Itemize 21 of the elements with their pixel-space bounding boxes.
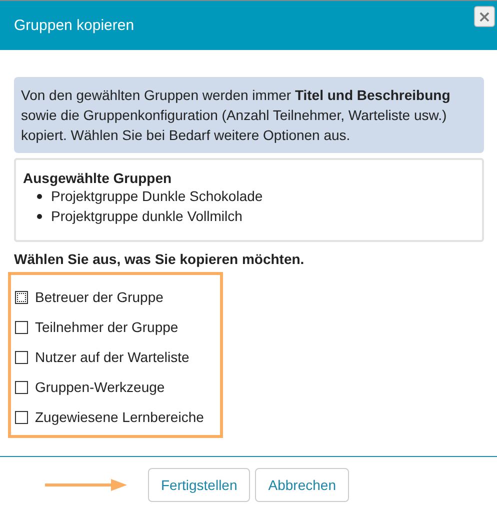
arrow-icon [45,479,127,491]
checkbox[interactable] [15,380,28,394]
cancel-button[interactable]: Abbrechen [255,468,349,502]
options-heading: Wählen Sie aus, was Sie kopieren möchten. [14,251,306,267]
option-label: Betreuer der Gruppe [35,289,164,305]
option-label: Nutzer auf der Warteliste [35,349,190,365]
group-name: Projektgruppe Dunkle Schokolade [51,187,263,206]
option-label: Teilnehmer der Gruppe [35,319,178,335]
option-label: Gruppen-Werkzeuge [35,379,165,395]
selected-groups-heading: Ausgewählte Gruppen [23,170,173,186]
dialog-title: Gruppen kopieren [14,17,134,34]
checkbox[interactable] [15,320,28,334]
close-button[interactable]: × [474,6,495,27]
group-name: Projektgruppe dunkle Vollmilch [51,207,242,226]
option-label: Zugewiesene Lernbereiche [35,409,204,425]
info-message: Von den gewählten Gruppen werden immer Titel und Beschreibung sowie die Gruppenkonfiguration (Anzahl Teilnehmer, Warteliste usw.) kopiert. Wählen Sie bei Bedarf weitere Optionen aus. [14,77,484,153]
checkbox[interactable] [15,410,28,424]
bullet-icon [37,214,42,218]
bullet-icon [37,194,42,198]
checkbox[interactable] [15,350,28,364]
finish-button[interactable]: Fertigstellen [148,468,250,502]
